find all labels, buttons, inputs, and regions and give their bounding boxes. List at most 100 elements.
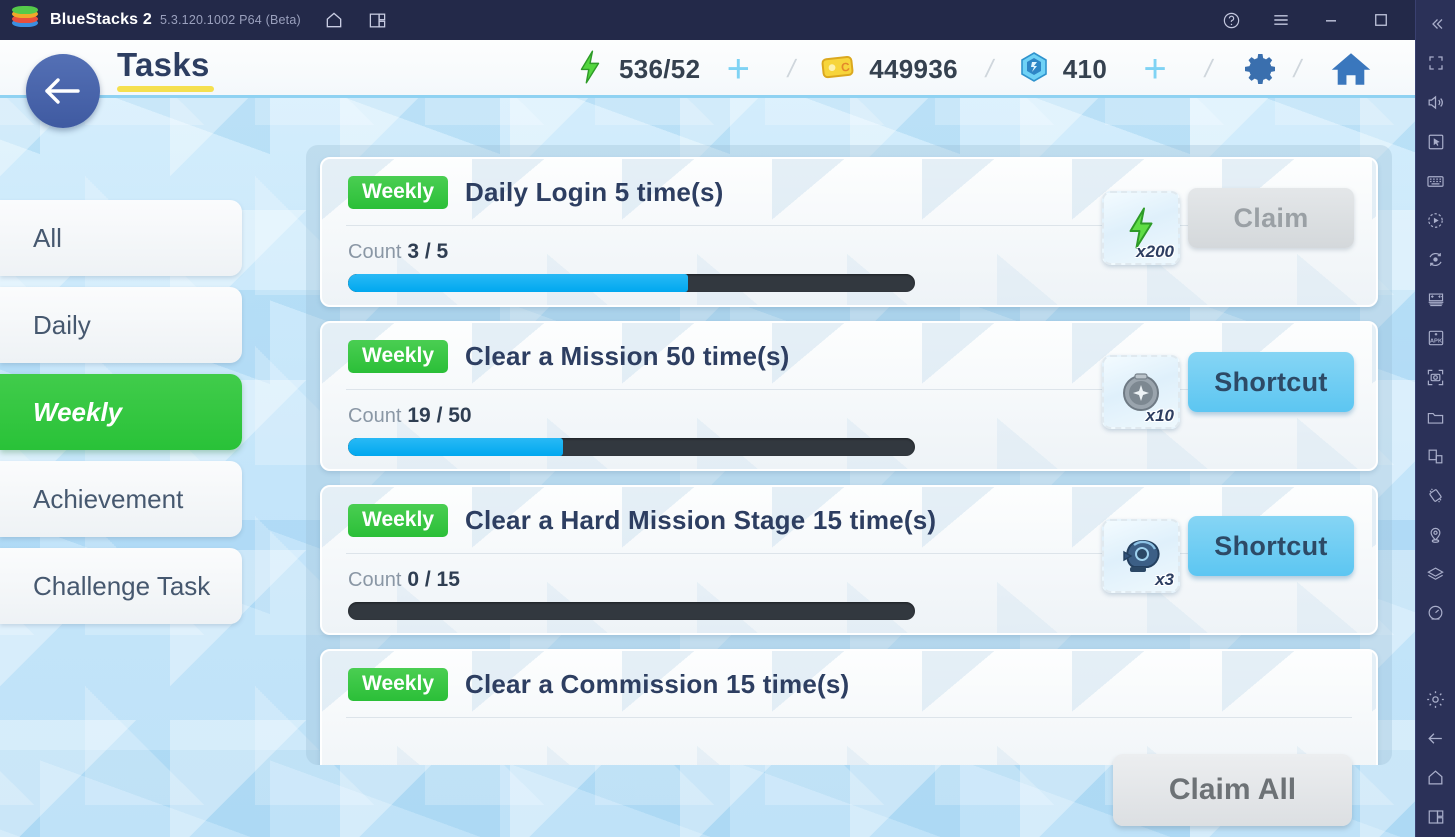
tab-label: Challenge Task <box>33 570 211 601</box>
task-card[interactable]: Weekly Daily Login 5 time(s) Count 3 / 5 … <box>320 157 1378 307</box>
layers-icon[interactable] <box>1416 555 1455 594</box>
rotate-icon[interactable] <box>1416 240 1455 279</box>
ticket-value: 449936 <box>869 53 958 84</box>
claim-button[interactable]: Claim <box>1188 188 1354 248</box>
tab-all[interactable]: All <box>0 200 242 276</box>
reward-multiplier: x3 <box>1155 570 1174 589</box>
task-card[interactable]: Weekly Clear a Commission 15 time(s) <box>320 649 1378 765</box>
performance-icon[interactable] <box>1416 594 1455 633</box>
lightning-bolt-icon <box>575 49 605 89</box>
task-type-badge: Weekly <box>348 175 448 209</box>
page-title: Tasks <box>117 46 210 83</box>
ticket-currency: C 449936 <box>821 53 958 86</box>
fullscreen-icon[interactable] <box>1416 43 1455 82</box>
gem-add-button[interactable]: + <box>1137 49 1173 89</box>
tab-achievement[interactable]: Achievement <box>0 461 242 537</box>
bluestacks-version-label: 5.3.120.1002 P64 (Beta) <box>160 13 301 27</box>
menu-icon[interactable] <box>1271 10 1291 30</box>
task-category-tabs: All Daily Weekly Achievement Challenge T… <box>0 200 244 635</box>
settings-icon[interactable] <box>1416 680 1455 719</box>
reward-chip: x200 <box>1102 191 1180 265</box>
home-button[interactable] <box>1329 48 1373 90</box>
claim-all-button[interactable]: Claim All <box>1113 754 1352 826</box>
task-title: Clear a Hard Mission Stage 15 time(s) <box>465 504 937 535</box>
divider: / <box>1291 54 1305 83</box>
minimize-icon[interactable] <box>1321 10 1341 30</box>
svg-text:C: C <box>841 59 851 74</box>
divider: / <box>982 54 996 83</box>
macro-record-icon[interactable] <box>1416 201 1455 240</box>
task-card[interactable]: Weekly Clear a Mission 50 time(s) Count 1… <box>320 321 1378 471</box>
bluestacks-brand-label: BlueStacks 2 <box>50 11 153 28</box>
help-icon[interactable] <box>1221 10 1241 30</box>
shortcut-button[interactable]: Shortcut <box>1188 516 1354 576</box>
copy-instance-icon[interactable] <box>1416 437 1455 476</box>
task-title: Daily Login 5 time(s) <box>465 176 724 207</box>
count-value: 0 / 15 <box>407 568 460 591</box>
shortcut-button[interactable]: Shortcut <box>1188 352 1354 412</box>
tab-daily[interactable]: Daily <box>0 287 242 363</box>
home-icon[interactable] <box>323 9 345 31</box>
energy-add-button[interactable]: + <box>720 49 756 89</box>
gem-value: 410 <box>1062 53 1108 84</box>
multi-instance-icon[interactable] <box>367 9 389 31</box>
divider: / <box>785 54 799 83</box>
bluestacks-logo-icon <box>12 6 38 32</box>
bluestacks-toolbar: APK <box>1415 0 1455 837</box>
energy-value: 536/52 <box>619 53 701 84</box>
count-value: 3 / 5 <box>407 240 449 263</box>
game-viewport: 536/52 + / C 449936 / 410 + / / Tasks Al… <box>0 40 1415 837</box>
ticket-icon: C <box>821 53 855 86</box>
screenshot-icon[interactable] <box>1416 358 1455 397</box>
collapse-icon[interactable] <box>1416 4 1455 43</box>
bluestacks-titlebar: BlueStacks 2 5.3.120.1002 P64 (Beta) <box>0 0 1455 40</box>
window-controls <box>1221 0 1441 40</box>
task-type-badge: Weekly <box>348 667 448 701</box>
energy-currency: 536/52 <box>575 49 701 89</box>
progress-bar <box>348 438 915 456</box>
tab-label: Daily <box>33 309 91 340</box>
count-label: Count <box>348 569 402 591</box>
task-title: Clear a Mission 50 time(s) <box>465 340 790 371</box>
back-button[interactable] <box>26 54 100 128</box>
task-title: Clear a Commission 15 time(s) <box>465 668 850 699</box>
task-header: Weekly Clear a Commission 15 time(s) <box>322 651 1376 717</box>
pointer-icon[interactable] <box>1416 122 1455 161</box>
count-label: Count <box>348 241 402 263</box>
volume-icon[interactable] <box>1416 83 1455 122</box>
progress-fill <box>348 438 564 456</box>
gem-icon <box>1019 51 1049 88</box>
location-icon[interactable] <box>1416 515 1455 554</box>
recents-icon[interactable] <box>1416 798 1455 837</box>
home-icon[interactable] <box>1416 758 1455 797</box>
progress-bar <box>348 274 915 292</box>
keyboard-icon[interactable] <box>1416 161 1455 200</box>
gem-currency: 410 <box>1019 51 1107 88</box>
back-icon[interactable] <box>1416 719 1455 758</box>
apk-install-icon[interactable]: APK <box>1416 319 1455 358</box>
gamepad-icon[interactable] <box>1416 279 1455 318</box>
tab-label: Achievement <box>33 483 184 514</box>
page-title-group: Tasks <box>117 46 214 92</box>
count-label: Count <box>348 405 402 427</box>
divider <box>346 717 1352 718</box>
svg-text:APK: APK <box>1429 339 1442 345</box>
progress-bar <box>348 602 915 620</box>
maximize-icon[interactable] <box>1371 10 1391 30</box>
reward-chip: x10 <box>1102 355 1180 429</box>
count-value: 19 / 50 <box>407 404 472 427</box>
tab-label: Weekly <box>33 396 123 427</box>
task-list-panel[interactable]: Weekly Daily Login 5 time(s) Count 3 / 5 … <box>306 145 1392 765</box>
settings-button[interactable] <box>1240 49 1280 89</box>
shake-icon[interactable] <box>1416 476 1455 515</box>
progress-fill <box>348 274 689 292</box>
folder-icon[interactable] <box>1416 397 1455 436</box>
title-underline <box>117 86 214 92</box>
task-card[interactable]: Weekly Clear a Hard Mission Stage 15 tim… <box>320 485 1378 635</box>
tab-challenge-task[interactable]: Challenge Task <box>0 548 242 624</box>
task-type-badge: Weekly <box>348 339 448 373</box>
tab-label: All <box>33 222 62 253</box>
task-type-badge: Weekly <box>348 503 448 537</box>
reward-chip: x3 <box>1102 519 1180 593</box>
tab-weekly[interactable]: Weekly <box>0 374 242 450</box>
